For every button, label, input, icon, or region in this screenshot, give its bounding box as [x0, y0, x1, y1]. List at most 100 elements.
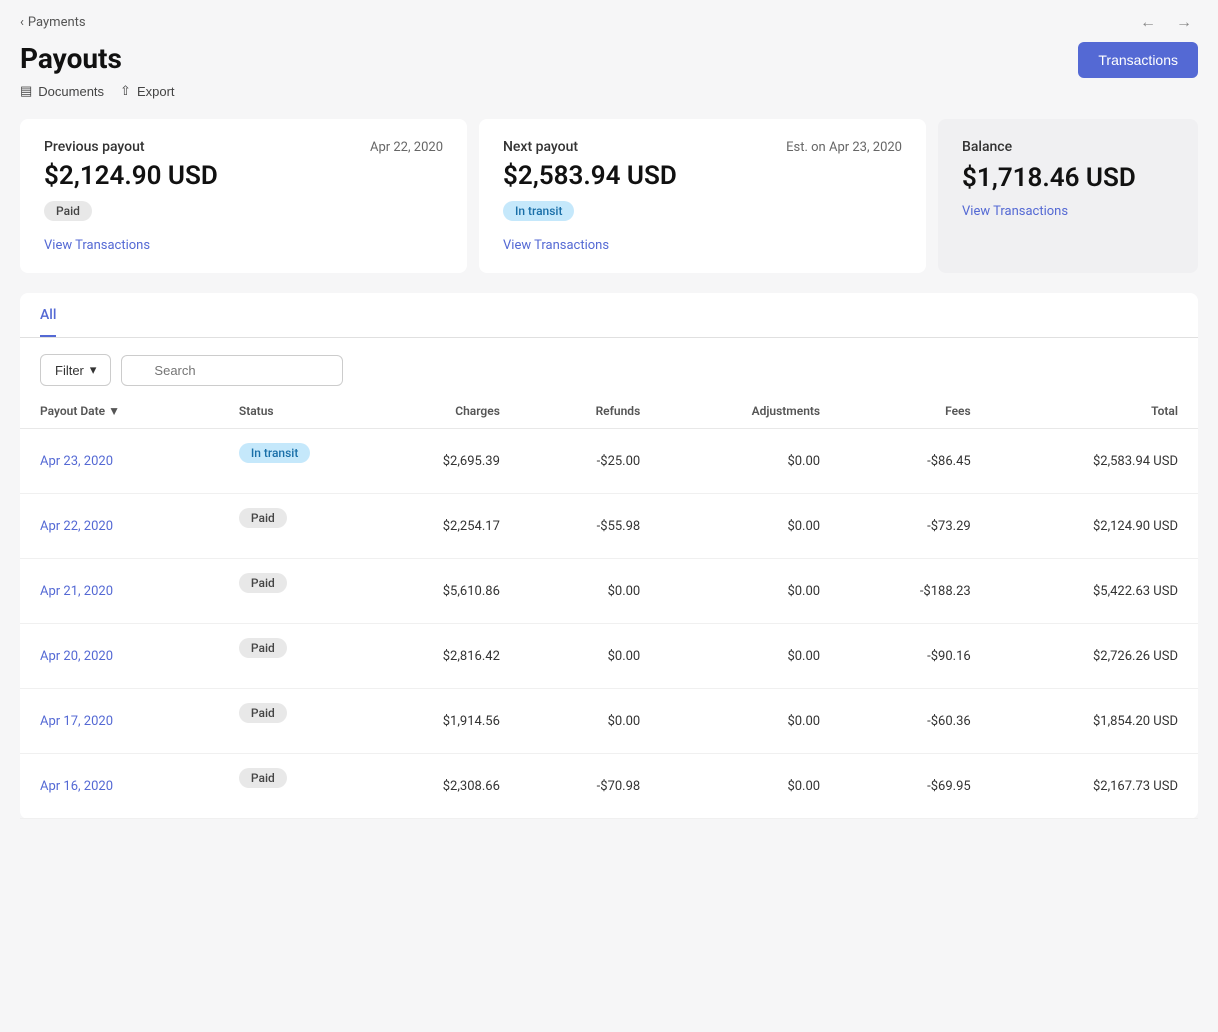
table-section: All Filter ▾ 🔍 Payout Date ▼ Status Char…: [20, 293, 1198, 819]
payouts-table: Payout Date ▼ Status Charges Refunds Adj…: [20, 394, 1198, 819]
fees-cell: -$60.36: [840, 689, 991, 754]
status-badge: Paid: [239, 703, 287, 723]
previous-payout-date: Apr 22, 2020: [370, 140, 443, 155]
fees-cell: -$188.23: [840, 559, 991, 624]
col-payout-date[interactable]: Payout Date ▼: [20, 394, 219, 429]
fees-cell: -$86.45: [840, 429, 991, 494]
table-row: Apr 21, 2020 Paid $5,610.86 $0.00 $0.00 …: [20, 559, 1198, 624]
transactions-button[interactable]: Transactions: [1078, 42, 1198, 78]
table-row: Apr 16, 2020 Paid $2,308.66 -$70.98 $0.0…: [20, 754, 1198, 819]
fees-cell: -$73.29: [840, 494, 991, 559]
refunds-cell: $0.00: [520, 624, 660, 689]
total-cell: $2,124.90 USD: [991, 494, 1198, 559]
filter-label: Filter: [55, 363, 84, 378]
status-badge: Paid: [239, 638, 287, 658]
charges-cell: $2,695.39: [359, 429, 520, 494]
balance-view-transactions-link[interactable]: View Transactions: [962, 204, 1068, 219]
col-fees: Fees: [840, 394, 991, 429]
adjustments-cell: $0.00: [660, 624, 840, 689]
fees-cell: -$69.95: [840, 754, 991, 819]
documents-label: Documents: [38, 84, 104, 99]
balance-card: Balance $1,718.46 USD View Transactions: [938, 119, 1198, 273]
filter-row: Filter ▾ 🔍: [20, 338, 1198, 394]
total-cell: $2,167.73 USD: [991, 754, 1198, 819]
nav-left-arrow[interactable]: ←: [1134, 10, 1162, 34]
col-status: Status: [219, 394, 359, 429]
page-title: Payouts: [20, 42, 175, 75]
refunds-cell: -$25.00: [520, 429, 660, 494]
charges-cell: $5,610.86: [359, 559, 520, 624]
status-cell: In transit: [219, 429, 359, 494]
charges-cell: $1,914.56: [359, 689, 520, 754]
back-link[interactable]: ‹ Payments: [20, 15, 86, 30]
adjustments-cell: $0.00: [660, 689, 840, 754]
next-payout-card: Next payout Est. on Apr 23, 2020 $2,583.…: [479, 119, 926, 273]
next-payout-badge: In transit: [503, 201, 574, 221]
adjustments-cell: $0.00: [660, 559, 840, 624]
export-button[interactable]: ⇧ Export: [120, 83, 174, 99]
status-cell: Paid: [219, 689, 359, 754]
payout-date-cell[interactable]: Apr 16, 2020: [20, 754, 219, 819]
previous-payout-badge: Paid: [44, 201, 92, 221]
status-badge: Paid: [239, 573, 287, 593]
header-actions: ▤ Documents ⇧ Export: [20, 83, 175, 99]
next-card-header: Next payout Est. on Apr 23, 2020: [503, 139, 902, 155]
total-cell: $2,726.26 USD: [991, 624, 1198, 689]
payout-date-cell[interactable]: Apr 23, 2020: [20, 429, 219, 494]
col-refunds: Refunds: [520, 394, 660, 429]
nav-right-arrow[interactable]: →: [1170, 10, 1198, 34]
documents-button[interactable]: ▤ Documents: [20, 83, 104, 99]
next-payout-label: Next payout: [503, 139, 578, 155]
tab-all[interactable]: All: [40, 293, 56, 337]
payout-date-cell[interactable]: Apr 17, 2020: [20, 689, 219, 754]
col-total: Total: [991, 394, 1198, 429]
total-cell: $1,854.20 USD: [991, 689, 1198, 754]
back-label: Payments: [28, 15, 86, 30]
payout-date-cell[interactable]: Apr 22, 2020: [20, 494, 219, 559]
adjustments-cell: $0.00: [660, 494, 840, 559]
table-row: Apr 22, 2020 Paid $2,254.17 -$55.98 $0.0…: [20, 494, 1198, 559]
top-nav: ‹ Payments ← →: [0, 0, 1218, 38]
table-header: Payout Date ▼ Status Charges Refunds Adj…: [20, 394, 1198, 429]
payout-date-cell[interactable]: Apr 20, 2020: [20, 624, 219, 689]
export-icon: ⇧: [120, 83, 131, 99]
col-adjustments: Adjustments: [660, 394, 840, 429]
chevron-down-icon: ▾: [90, 362, 97, 378]
charges-cell: $2,816.42: [359, 624, 520, 689]
page-header: Payouts ▤ Documents ⇧ Export Transaction…: [0, 38, 1218, 109]
balance-amount: $1,718.46 USD: [962, 163, 1174, 193]
total-cell: $2,583.94 USD: [991, 429, 1198, 494]
table-body: Apr 23, 2020 In transit $2,695.39 -$25.0…: [20, 429, 1198, 819]
next-view-transactions-link[interactable]: View Transactions: [503, 238, 609, 253]
refunds-cell: -$70.98: [520, 754, 660, 819]
refunds-cell: $0.00: [520, 559, 660, 624]
adjustments-cell: $0.00: [660, 429, 840, 494]
next-payout-amount: $2,583.94 USD: [503, 161, 902, 191]
payout-date-cell[interactable]: Apr 21, 2020: [20, 559, 219, 624]
balance-label: Balance: [962, 139, 1174, 155]
search-wrap: 🔍: [121, 355, 1178, 386]
charges-cell: $2,254.17: [359, 494, 520, 559]
status-cell: Paid: [219, 754, 359, 819]
document-icon: ▤: [20, 83, 32, 99]
fees-cell: -$90.16: [840, 624, 991, 689]
filter-button[interactable]: Filter ▾: [40, 354, 111, 386]
status-cell: Paid: [219, 559, 359, 624]
total-cell: $5,422.63 USD: [991, 559, 1198, 624]
table-row: Apr 23, 2020 In transit $2,695.39 -$25.0…: [20, 429, 1198, 494]
adjustments-cell: $0.00: [660, 754, 840, 819]
status-cell: Paid: [219, 494, 359, 559]
status-cell: Paid: [219, 624, 359, 689]
search-input[interactable]: [121, 355, 343, 386]
previous-card-header: Previous payout Apr 22, 2020: [44, 139, 443, 155]
previous-view-transactions-link[interactable]: View Transactions: [44, 238, 150, 253]
cards-row: Previous payout Apr 22, 2020 $2,124.90 U…: [0, 109, 1218, 283]
refunds-cell: $0.00: [520, 689, 660, 754]
previous-payout-amount: $2,124.90 USD: [44, 161, 443, 191]
nav-arrows: ← →: [1134, 10, 1198, 34]
status-badge: Paid: [239, 768, 287, 788]
next-payout-date: Est. on Apr 23, 2020: [786, 140, 902, 155]
tabs-row: All: [20, 293, 1198, 338]
back-arrow-icon: ‹: [20, 15, 24, 30]
previous-payout-label: Previous payout: [44, 139, 145, 155]
